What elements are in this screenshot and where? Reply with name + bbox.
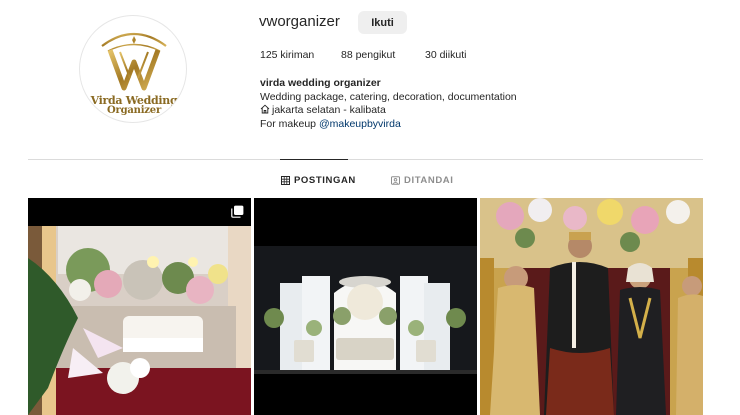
grid-icon <box>281 176 290 185</box>
post-image-decoration <box>28 198 251 415</box>
logo-text-line2: Organizer <box>106 105 162 116</box>
following-link[interactable]: 30 diikuti <box>425 49 466 61</box>
house-icon <box>260 104 270 114</box>
bio-location: jakarta selatan - kalibata <box>260 104 517 118</box>
post-image-stage <box>254 198 477 415</box>
tabs-divider <box>28 159 703 160</box>
bio-location-text: jakarta selatan - kalibata <box>272 104 386 116</box>
bio-makeup-prefix: For makeup <box>260 117 317 130</box>
bio-full-name: virda wedding organizer <box>260 77 381 89</box>
tag-icon <box>391 176 400 185</box>
bio-services: Wedding package, catering, decoration, d… <box>260 90 517 103</box>
posts-count: 125 kiriman <box>260 49 315 61</box>
post-image-couple <box>480 198 703 415</box>
tab-posts[interactable]: POSTINGAN <box>281 175 356 186</box>
post-thumbnail-3[interactable] <box>480 198 703 415</box>
profile-avatar[interactable]: Virda Wedding Organizer <box>79 15 187 123</box>
tab-posts-label: POSTINGAN <box>294 175 356 186</box>
follow-button[interactable]: Ikuti <box>358 11 407 34</box>
tab-tagged-label: DITANDAI <box>404 175 454 186</box>
profile-username: vworganizer <box>259 13 340 30</box>
bio-makeup: For makeup @makeupbyvirda <box>260 118 517 132</box>
profile-bio: virda wedding organizer Wedding package,… <box>260 77 517 131</box>
post-thumbnail-1[interactable] <box>28 198 251 415</box>
tab-tagged[interactable]: DITANDAI <box>391 175 453 186</box>
post-thumbnail-2[interactable] <box>254 198 477 415</box>
active-tab-indicator <box>280 159 348 160</box>
carousel-icon <box>231 205 244 218</box>
makeup-mention-link[interactable]: @makeupbyvirda <box>319 118 401 130</box>
followers-link[interactable]: 88 pengikut <box>341 49 395 61</box>
